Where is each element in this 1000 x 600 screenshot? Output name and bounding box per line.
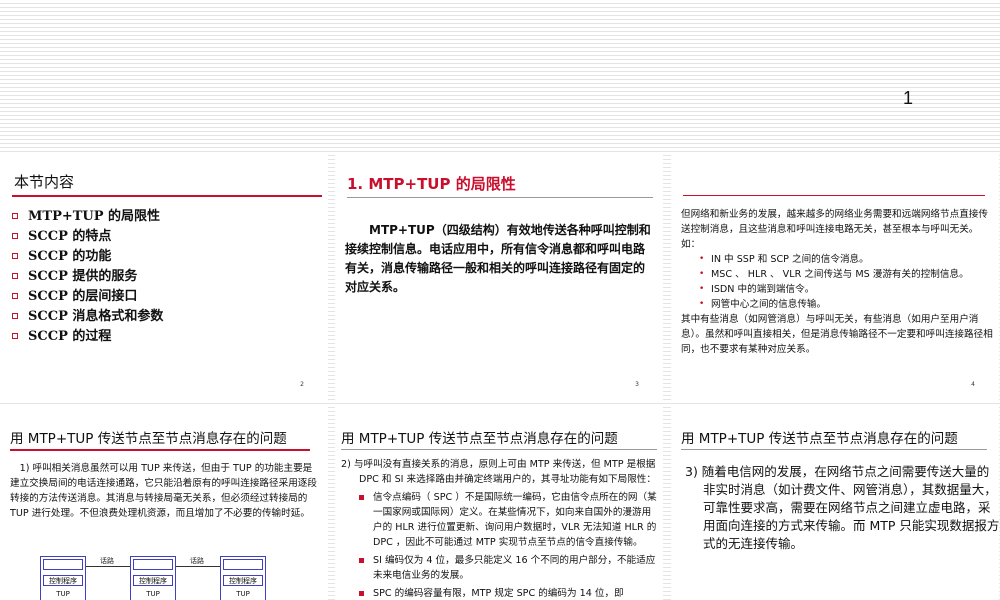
slide-title: 用 MTP+TUP 传送节点至节点消息存在的问题	[681, 431, 958, 447]
title-rule	[681, 449, 987, 450]
toc-item: SCCP 提供的服务	[12, 267, 163, 287]
link-line	[86, 566, 130, 567]
node-cell: TUP	[43, 589, 83, 600]
top-page-number: 1	[903, 88, 914, 108]
dot-bullet-icon: •	[699, 284, 705, 294]
link-line	[176, 566, 220, 567]
node-cell: TUP	[223, 589, 263, 600]
node-cell	[43, 559, 83, 570]
slide-page-number: 4	[971, 381, 975, 388]
square-bullet-icon	[12, 213, 18, 219]
slide-title: 用 MTP+TUP 传送节点至节点消息存在的问题	[341, 431, 618, 447]
slide-7[interactable]: 用 MTP+TUP 传送节点至节点消息存在的问题 3) 随着电信网的发展，在网络…	[671, 407, 999, 600]
toc-item: SCCP 的层间接口	[12, 287, 163, 307]
intro-text: 但网络和新业务的发展，越来越多的网络业务需要和远端网络节点直接传送控制消息，且这…	[681, 209, 988, 250]
outro-text: 其中有些消息（如网管消息）与呼叫无关，有些消息（如用户至用户消息）。虽然和呼叫直…	[681, 314, 993, 355]
exchange-node: 控制程序 TUP	[130, 556, 176, 600]
toc-item: SCCP 消息格式和参数	[12, 307, 163, 327]
dot-bullet-icon: •	[699, 254, 705, 264]
slide-title: 本节内容	[14, 173, 75, 191]
slide-4[interactable]: 但网络和新业务的发展，越来越多的网络业务需要和远端网络节点直接传送控制消息，且这…	[671, 155, 999, 402]
exchange-node: 控制程序 TUP	[220, 556, 266, 600]
toc-item: SCCP 的特点	[12, 227, 163, 247]
square-bullet-icon	[359, 591, 364, 596]
slide-body: 3) 随着电信网的发展，在网络节点之间需要传送大量的非实时消息（如计费文件、网管…	[685, 464, 999, 551]
intro-text: 2) 与呼叫没有直接关系的消息，原则上可由 MTP 来传送，但 MTP 是根据 …	[341, 459, 656, 485]
slide-6[interactable]: 用 MTP+TUP 传送节点至节点消息存在的问题 2) 与呼叫没有直接关系的消息…	[335, 407, 663, 600]
slide-body: MTP+TUP（四级结构）有效地传送各种呼叫控制和接续控制信息。电话应用中，所有…	[345, 223, 651, 294]
limitation-list: 信令点编码（ SPC ）不是国际统一编码，它由信令点所在的网（某一国家网或国际网…	[341, 490, 659, 600]
slide-2[interactable]: 本节内容 MTP+TUP 的局限性 SCCP 的特点 SCCP 的功能 SCCP…	[0, 155, 328, 402]
dot-bullet-icon: •	[699, 269, 705, 279]
link-label: 话路	[190, 557, 204, 565]
slide-page-number: 2	[300, 381, 304, 388]
node-cell: 控制程序	[223, 575, 263, 586]
node-cell	[133, 559, 173, 570]
example-list: • IN 中 SSP 和 SCP 之间的信令消息。 • MSC 、 HLR 、 VL…	[681, 252, 993, 312]
slide-body: 但网络和新业务的发展，越来越多的网络业务需要和远端网络节点直接传送控制消息，且这…	[681, 207, 993, 357]
list-item: • IN 中 SSP 和 SCP 之间的信令消息。	[699, 254, 869, 265]
toc-item: MTP+TUP 的局限性	[12, 207, 163, 227]
slide-body: 2) 与呼叫没有直接关系的消息，原则上可由 MTP 来传送，但 MTP 是根据 …	[341, 457, 659, 600]
title-rule	[10, 449, 310, 451]
slide-5[interactable]: 用 MTP+TUP 传送节点至节点消息存在的问题 1) 呼叫相关消息虽然可以用 …	[0, 407, 328, 600]
dot-bullet-icon: •	[699, 299, 705, 309]
square-bullet-icon	[12, 313, 18, 319]
title-rule	[12, 195, 322, 197]
slide-title: 用 MTP+TUP 传送节点至节点消息存在的问题	[10, 431, 287, 447]
exchange-node: 控制程序 TUP	[40, 556, 86, 600]
slide-title: 1. MTP+TUP 的局限性	[347, 175, 516, 193]
square-bullet-icon	[12, 273, 18, 279]
node-cell: 控制程序	[43, 575, 83, 586]
title-rule	[683, 195, 985, 196]
square-bullet-icon	[12, 333, 18, 339]
square-bullet-icon	[12, 293, 18, 299]
list-item: 信令点编码（ SPC ）不是国际统一编码，它由信令点所在的网（某一国家网或国际网…	[341, 490, 659, 550]
list-item: • 网管中心之间的信息传输。	[699, 299, 827, 310]
node-cell	[223, 559, 263, 570]
list-item: SI 编码仅为 4 位，最多只能定义 16 个不同的用户部分，不能适应未来电信业…	[341, 553, 659, 583]
list-item: • MSC 、 HLR 、 VLR 之间传送与 MS 漫游有关的控制信息。	[699, 269, 969, 280]
square-bullet-icon	[12, 253, 18, 259]
slide-page-number: 3	[635, 381, 639, 388]
node-cell: TUP	[133, 589, 173, 600]
title-rule	[347, 197, 653, 198]
toc-item: SCCP 的过程	[12, 327, 163, 347]
square-bullet-icon	[12, 233, 18, 239]
toc-list: MTP+TUP 的局限性 SCCP 的特点 SCCP 的功能 SCCP 提供的服…	[12, 207, 163, 347]
node-cell: 控制程序	[133, 575, 173, 586]
list-item: • ISDN 中的端到端信令。	[699, 284, 815, 295]
slide-body: 1) 呼叫相关消息虽然可以用 TUP 来传送，但由于 TUP 的功能主要是建立交…	[10, 463, 317, 519]
toc-item: SCCP 的功能	[12, 247, 163, 267]
network-diagram: 话路 话路 控制程序 TUP 控制程序 TUP 控制程序 TUP	[0, 552, 328, 600]
square-bullet-icon	[359, 495, 364, 500]
list-item: SPC 的编码容量有限，MTP 规定 SPC 的编码为 14 位，即	[341, 586, 659, 600]
link-label: 话路	[100, 557, 114, 565]
title-rule	[341, 449, 657, 450]
slide-3[interactable]: 1. MTP+TUP 的局限性 MTP+TUP（四级结构）有效地传送各种呼叫控制…	[335, 155, 663, 402]
square-bullet-icon	[359, 558, 364, 563]
